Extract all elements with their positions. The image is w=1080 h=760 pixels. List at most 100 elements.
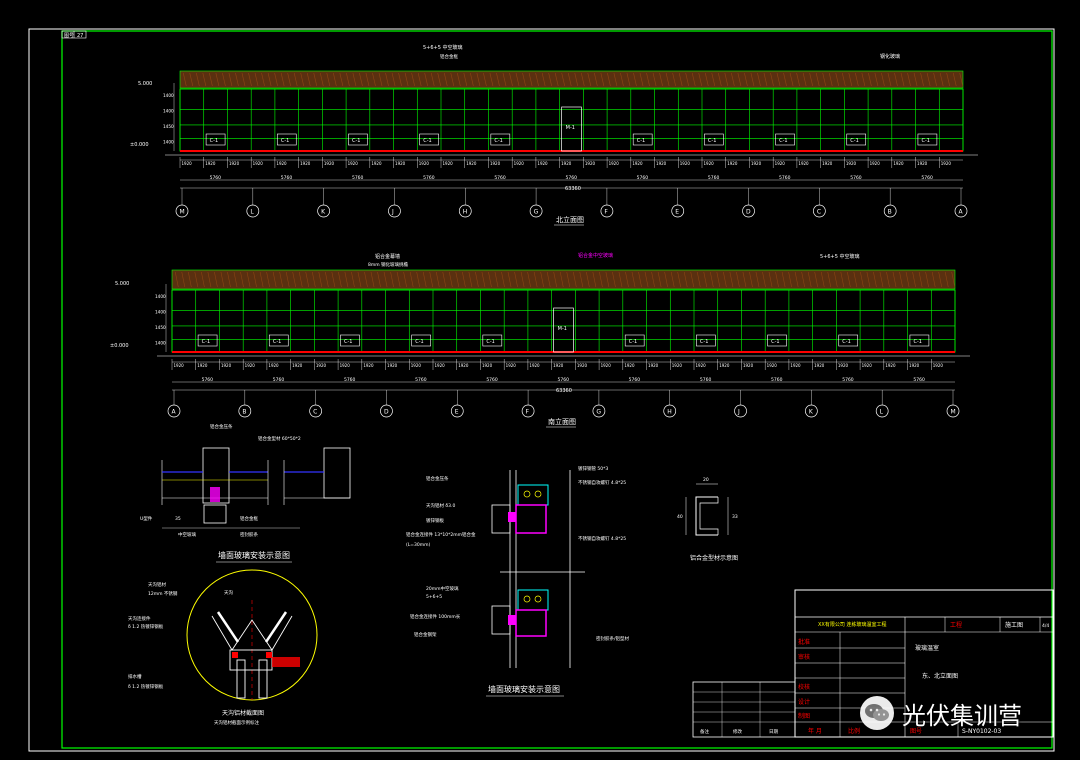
bay-dim: 1920	[529, 363, 540, 368]
bay-dim: 1920	[205, 161, 216, 166]
axis-label: H	[667, 409, 672, 416]
window-tag: C-1	[700, 339, 708, 345]
bay-dim: 1920	[458, 363, 469, 368]
watermark: 光伏集训营	[860, 693, 1060, 733]
bay-dim: 1920	[253, 161, 264, 166]
dc-label-1: 天沟铝材 δ3.0	[426, 502, 455, 509]
bay-dim: 1920	[537, 161, 548, 166]
bay-dim: 1920	[862, 363, 873, 368]
bay-dim: 1920	[743, 363, 754, 368]
e1-label-glass2: 铝合金框	[440, 53, 458, 60]
span-dim: 5760	[273, 377, 285, 383]
window-tag: C-1	[273, 339, 281, 345]
bay-dim: 1920	[324, 161, 335, 166]
roof-vent-band	[179, 70, 964, 89]
vert-dim: 1400	[163, 109, 174, 114]
e1-label-top-right: 钢化玻璃	[880, 53, 900, 60]
e1-total: 63360	[565, 186, 581, 192]
dc-label-5: 20mm中空玻璃	[426, 585, 459, 592]
span-dim: 5760	[850, 175, 862, 181]
span-dim: 5760	[913, 377, 925, 383]
dr-label-1: 12mm 不锈钢	[148, 590, 178, 597]
dr-label-3: δ 1.2 热镀锌钢板	[128, 623, 164, 630]
dw-label-0: 铝合金压条	[210, 423, 233, 430]
bay-dim: 1920	[656, 161, 667, 166]
rev-head-0: 备注	[700, 728, 709, 735]
tb-stage: 施工图	[1005, 621, 1023, 629]
corner-tag-a: 图号	[64, 33, 74, 39]
bay-dim: 1920	[704, 161, 715, 166]
bay-dim: 1920	[719, 363, 730, 368]
window-tag: C-1	[352, 138, 360, 144]
e2-label-c: 5+6+5 中空玻璃	[820, 253, 860, 260]
dc-label-4: (L=30mm)	[406, 542, 431, 548]
axis-label: B	[242, 409, 246, 416]
vert-dim: 1400	[155, 310, 166, 315]
window-tag: C-1	[486, 339, 494, 345]
tb-scale-label: 比例	[848, 727, 860, 735]
bay-dim: 1920	[221, 363, 232, 368]
dr-label-2: 天沟连接件	[128, 615, 151, 622]
bay-dim: 1920	[514, 161, 525, 166]
window-tag: C-1	[210, 138, 218, 144]
axis-label: M	[951, 409, 956, 416]
span-dim: 5760	[210, 175, 222, 181]
dw-title: 墙面玻璃安装示意图	[218, 550, 290, 560]
span-dim: 5760	[494, 175, 506, 181]
bay-dim: 1920	[268, 363, 279, 368]
bay-dim: 1920	[561, 161, 572, 166]
dc-label-9: 不锈钢自攻螺钉 4.8*25	[578, 479, 626, 486]
door-tag: M-1	[566, 125, 575, 131]
bay-dim: 1920	[790, 363, 801, 368]
tb-row-0: 批准	[798, 638, 810, 646]
bay-dim: 1920	[182, 161, 193, 166]
span-dim: 5760	[415, 377, 427, 383]
bay-dim: 1920	[624, 363, 635, 368]
dr-label-4: 排水槽	[128, 673, 142, 680]
cad-drawing-sheet: 图号 27 C-1 C-1 C-1 C-1 C-1 C-1 C-1 C-1 C-1 C-1 M-1 1…	[0, 0, 1080, 760]
window-tag: C-1	[629, 339, 637, 345]
bay-dim: 1920	[941, 161, 952, 166]
tb-row-4: 制图	[798, 712, 810, 720]
tb-small-cell: 工程	[950, 621, 962, 629]
wechat-icon	[860, 696, 894, 730]
span-dim: 5760	[629, 377, 641, 383]
window-tag: C-1	[779, 138, 787, 144]
e2-label-a2: 8mm 钢化玻璃挑檐	[368, 261, 409, 268]
bay-dim: 1920	[490, 161, 501, 166]
e2-title: 南立面图	[548, 417, 576, 426]
bay-dim: 1920	[798, 161, 809, 166]
dp-title: 铝合金型材示意图	[690, 554, 738, 562]
dc-label-11: 镀锌钢管 50*3	[578, 465, 608, 472]
axis-label: F	[526, 409, 530, 416]
e1-title: 北立面图	[556, 215, 584, 224]
window-tag: C-1	[842, 339, 850, 345]
vert-dim: 1450	[155, 325, 166, 330]
dp-dim-2: 33	[732, 514, 738, 520]
bay-dim: 1920	[245, 363, 256, 368]
dw-label-5: 中空玻璃	[178, 531, 196, 538]
dc-label-3: 铝合金连接件 13*10*2mm铝合金	[406, 531, 476, 538]
bay-dim: 1920	[174, 363, 185, 368]
window-tag: C-1	[494, 138, 502, 144]
dr-label-0: 天沟铝材	[148, 581, 166, 588]
span-dim: 5760	[352, 175, 364, 181]
span-dim: 5760	[202, 377, 214, 383]
dr-label-5: δ 1.2 热镀锌钢板	[128, 683, 164, 690]
dr-label-6: 天沟	[224, 589, 233, 596]
bay-dim: 1920	[197, 363, 208, 368]
bay-dim: 1920	[553, 363, 564, 368]
dc-label-7: 铝合金连接件 100mm长	[410, 613, 461, 620]
e1-base-level: ±0.000	[130, 142, 149, 148]
tb-drawing-name: 东、北立面图	[922, 672, 958, 680]
window-tag: C-1	[281, 138, 289, 144]
axis-label: G	[596, 409, 601, 416]
axis-label: E	[675, 209, 679, 216]
dc-label-2: 镀锌钢板	[426, 517, 444, 524]
vert-dim: 1450	[163, 124, 174, 129]
bay-dim: 1920	[846, 161, 857, 166]
axis-label: C	[817, 209, 821, 216]
tb-title-right: 玻璃温室	[915, 644, 939, 652]
axis-label: J	[737, 409, 740, 416]
bay-dim: 1920	[632, 161, 643, 166]
